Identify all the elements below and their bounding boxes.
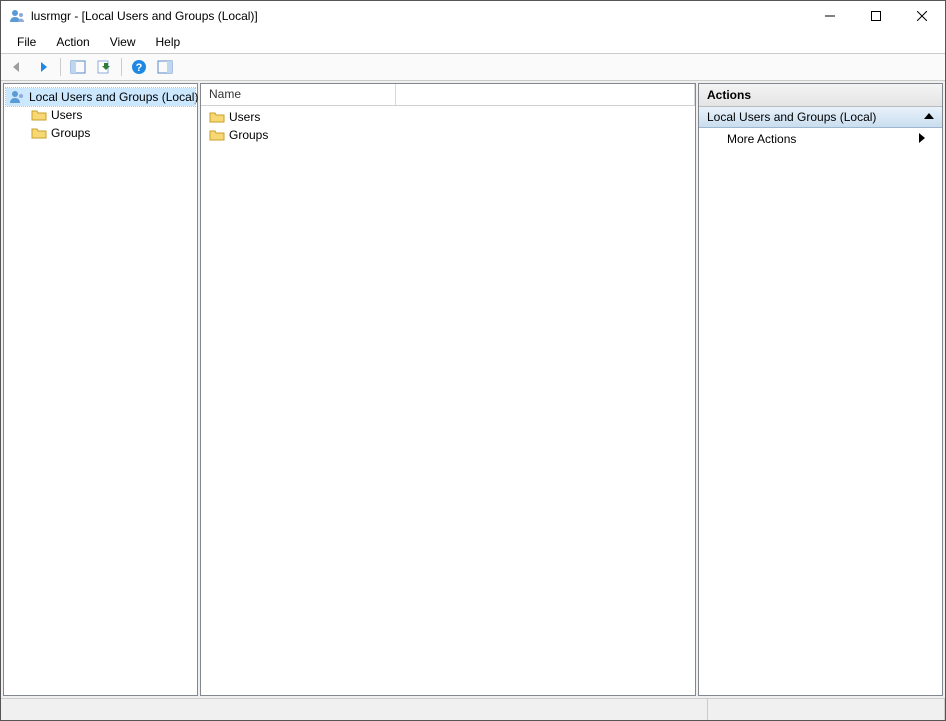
main-area: Local Users and Groups (Local) Users (1, 81, 945, 698)
toolbar: ? (1, 53, 945, 81)
chevron-right-icon (918, 132, 926, 146)
result-list: Name Users Groups (200, 83, 696, 696)
app-icon (9, 8, 25, 24)
actions-pane-title: Actions (699, 84, 942, 107)
list-item-users[interactable]: Users (203, 108, 693, 126)
actions-more-actions[interactable]: More Actions (699, 128, 942, 150)
status-cell (708, 699, 945, 720)
list-body: Users Groups (201, 106, 695, 146)
toolbar-separator (121, 58, 122, 76)
back-button[interactable] (5, 56, 29, 78)
maximize-button[interactable] (853, 1, 899, 31)
folder-icon (209, 109, 225, 125)
tree-node-users[interactable]: Users (28, 106, 195, 124)
list-header: Name (201, 84, 695, 106)
menu-view[interactable]: View (100, 33, 146, 51)
export-list-button[interactable] (92, 56, 116, 78)
actions-item-label: More Actions (727, 132, 796, 146)
toolbar-separator (60, 58, 61, 76)
show-hide-action-pane-button[interactable] (153, 56, 177, 78)
menu-file[interactable]: File (7, 33, 46, 51)
show-hide-tree-button[interactable] (66, 56, 90, 78)
column-header-blank[interactable] (396, 84, 695, 105)
tree-node-groups[interactable]: Groups (28, 124, 195, 142)
tree-root-node[interactable]: Local Users and Groups (Local) (6, 88, 195, 106)
folder-icon (31, 107, 47, 123)
forward-button[interactable] (31, 56, 55, 78)
tree-node-label: Groups (51, 126, 90, 140)
close-button[interactable] (899, 1, 945, 31)
actions-section-header[interactable]: Local Users and Groups (Local) (699, 107, 942, 128)
actions-pane: Actions Local Users and Groups (Local) M… (698, 83, 943, 696)
menu-help[interactable]: Help (146, 33, 191, 51)
collapse-icon (924, 110, 934, 124)
menubar: File Action View Help (1, 31, 945, 53)
help-button[interactable]: ? (127, 56, 151, 78)
tree-node-label: Users (51, 108, 82, 122)
column-header-name[interactable]: Name (201, 84, 396, 105)
folder-icon (209, 127, 225, 143)
console-tree: Local Users and Groups (Local) Users (3, 83, 198, 696)
status-cell (1, 699, 708, 720)
window-title: lusrmgr - [Local Users and Groups (Local… (31, 9, 258, 23)
titlebar: lusrmgr - [Local Users and Groups (Local… (1, 1, 945, 31)
folder-icon (31, 125, 47, 141)
list-item-groups[interactable]: Groups (203, 126, 693, 144)
window-controls (807, 1, 945, 31)
menu-action[interactable]: Action (46, 33, 99, 51)
minimize-button[interactable] (807, 1, 853, 31)
statusbar (1, 698, 945, 720)
users-groups-icon (9, 89, 25, 105)
svg-text:?: ? (136, 62, 143, 74)
list-item-label: Users (229, 110, 260, 124)
actions-section-label: Local Users and Groups (Local) (707, 110, 876, 124)
list-item-label: Groups (229, 128, 268, 142)
tree-root-label: Local Users and Groups (Local) (29, 90, 198, 104)
